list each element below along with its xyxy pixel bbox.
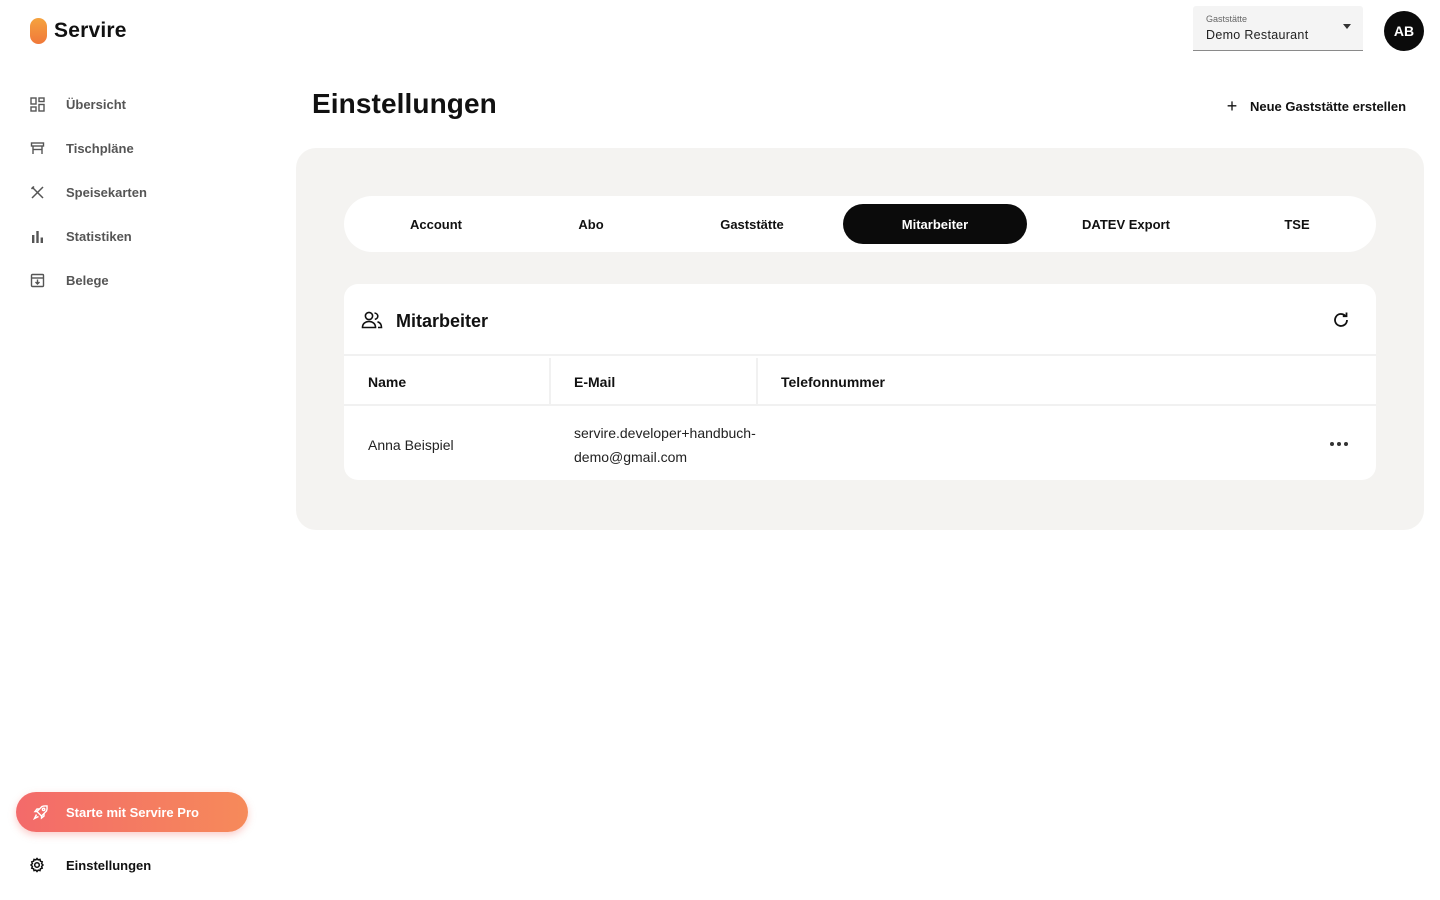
sidebar-item-label: Belege bbox=[66, 272, 109, 288]
tab-abo[interactable]: Abo bbox=[520, 204, 662, 244]
tab-mitarbeiter[interactable]: Mitarbeiter bbox=[843, 204, 1027, 244]
cutlery-icon bbox=[29, 184, 45, 200]
sidebar-item-label: Tischpläne bbox=[66, 140, 134, 156]
dot bbox=[1337, 442, 1341, 446]
dot bbox=[1330, 442, 1334, 446]
sidebar-item-belege[interactable]: Belege bbox=[0, 258, 260, 302]
staff-card: Mitarbeiter Name E-Mail Telefonnummer An… bbox=[344, 284, 1376, 480]
tab-datev-export[interactable]: DATEV Export bbox=[1028, 204, 1224, 244]
dashboard-icon bbox=[29, 96, 45, 112]
archive-icon bbox=[29, 272, 45, 288]
column-header-email[interactable]: E-Mail bbox=[574, 358, 615, 406]
column-header-name[interactable]: Name bbox=[368, 358, 406, 406]
sidebar-item-einstellungen[interactable]: Einstellungen bbox=[29, 854, 229, 876]
settings-panel: Account Abo Gaststätte Mitarbeiter DATEV… bbox=[296, 148, 1424, 530]
sidebar-item-speisekarten[interactable]: Speisekarten bbox=[0, 170, 260, 214]
column-divider[interactable] bbox=[756, 358, 758, 406]
table-icon bbox=[29, 140, 45, 156]
user-avatar[interactable]: AB bbox=[1384, 11, 1424, 51]
settings-label: Einstellungen bbox=[66, 857, 152, 873]
column-header-phone[interactable]: Telefonnummer bbox=[781, 358, 885, 406]
caret-down-icon bbox=[1343, 24, 1351, 29]
more-options-icon[interactable] bbox=[1330, 442, 1348, 446]
table-row[interactable]: Anna Beispiel servire.developer+handbuch… bbox=[344, 408, 1376, 480]
bar-chart-icon bbox=[29, 228, 45, 244]
sidebar-nav: Übersicht Tischpläne Speisekarten Statis… bbox=[0, 82, 260, 302]
tab-gaststaette[interactable]: Gaststätte bbox=[662, 204, 842, 244]
rocket-icon bbox=[32, 804, 49, 821]
venue-select[interactable]: Gaststätte Demo Restaurant bbox=[1193, 6, 1363, 51]
tab-account[interactable]: Account bbox=[352, 204, 520, 244]
venue-select-value: Demo Restaurant bbox=[1206, 28, 1309, 42]
logo-text: Servire bbox=[54, 19, 127, 42]
venue-select-label: Gaststätte bbox=[1206, 14, 1248, 24]
sidebar-item-uebersicht[interactable]: Übersicht bbox=[0, 82, 260, 126]
sidebar-item-tischplaene[interactable]: Tischpläne bbox=[0, 126, 260, 170]
sidebar-item-statistiken[interactable]: Statistiken bbox=[0, 214, 260, 258]
plus-icon: + bbox=[1226, 96, 1238, 116]
new-venue-button[interactable]: + Neue Gaststätte erstellen bbox=[1224, 97, 1406, 115]
settings-tabs: Account Abo Gaststätte Mitarbeiter DATEV… bbox=[344, 196, 1376, 252]
logo-mark bbox=[30, 18, 47, 44]
cell-email-line: servire.developer+handbuch- bbox=[574, 425, 756, 441]
gear-icon bbox=[29, 857, 45, 873]
tab-tse[interactable]: TSE bbox=[1224, 204, 1370, 244]
staff-card-title: Mitarbeiter bbox=[396, 311, 489, 331]
dot bbox=[1344, 442, 1348, 446]
new-venue-label: Neue Gaststätte erstellen bbox=[1250, 98, 1407, 114]
cell-name: Anna Beispiel bbox=[368, 437, 454, 453]
app-logo[interactable]: Servire bbox=[30, 18, 127, 44]
page-title: Einstellungen bbox=[312, 88, 497, 119]
users-icon bbox=[361, 311, 383, 329]
staff-card-header: Mitarbeiter bbox=[344, 284, 1376, 356]
servire-pro-button[interactable]: Starte mit Servire Pro bbox=[16, 792, 248, 832]
column-divider[interactable] bbox=[549, 358, 551, 406]
cell-email-line: demo@gmail.com bbox=[574, 449, 688, 465]
sidebar-item-label: Statistiken bbox=[66, 228, 132, 244]
table-header: Name E-Mail Telefonnummer bbox=[344, 358, 1376, 406]
sidebar-item-label: Übersicht bbox=[66, 96, 126, 112]
pro-button-label: Starte mit Servire Pro bbox=[66, 805, 199, 820]
cell-email: servire.developer+handbuch- demo@gmail.c… bbox=[574, 421, 756, 469]
sidebar-item-label: Speisekarten bbox=[66, 184, 147, 200]
refresh-icon[interactable] bbox=[1332, 311, 1350, 329]
